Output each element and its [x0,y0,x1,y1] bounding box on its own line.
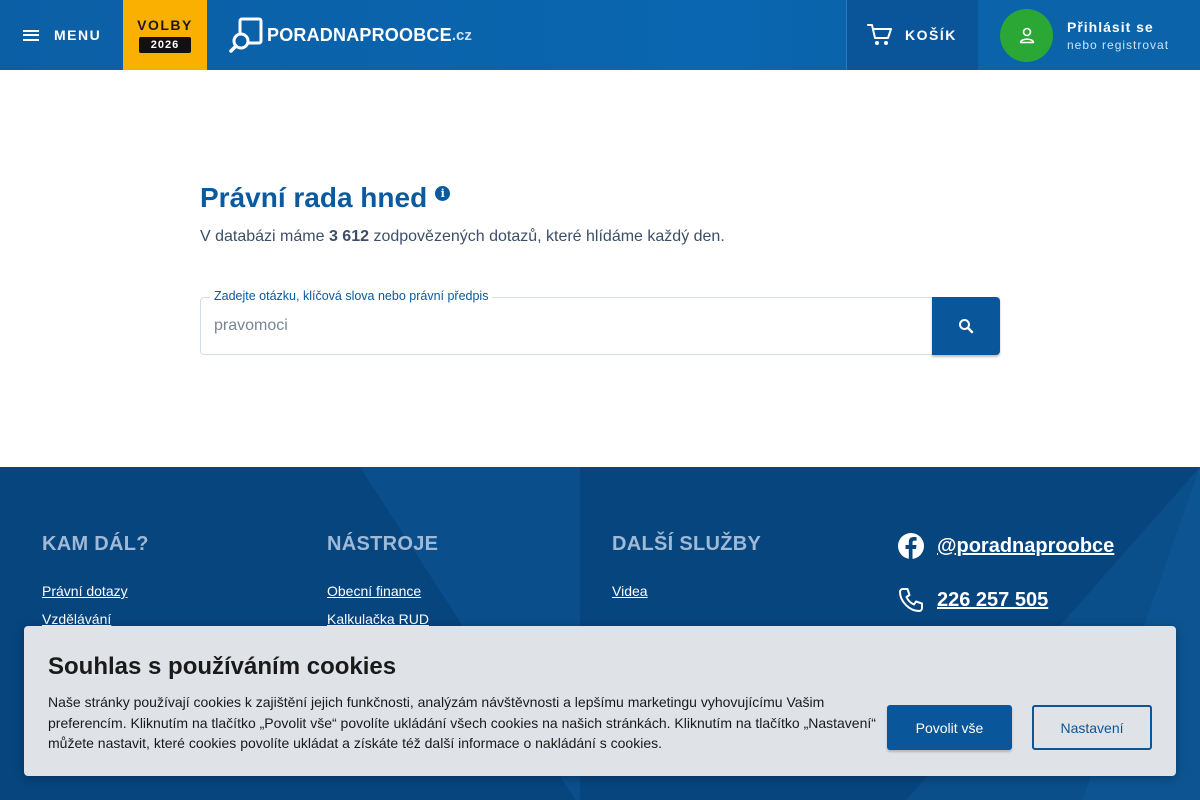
info-icon[interactable]: i [435,186,451,201]
logo-brand: PORADNAPROOBCE [267,24,452,45]
search-input-value: pravomoci [214,317,288,334]
footer-heading: DALŠÍ SLUŽBY [612,533,762,555]
user-icon [1000,8,1053,62]
login-button[interactable]: Přihlásit se nebo registrovat [978,0,1200,70]
menu-label: MENU [54,27,102,43]
cookie-settings-button[interactable]: Nastavení [1032,705,1152,750]
facebook-icon [898,533,924,559]
phone-link[interactable]: 226 257 505 [937,589,1048,612]
footer-heading: NÁSTROJE [327,533,439,555]
menu-button[interactable]: MENU [0,0,123,70]
search-input[interactable]: Zadejte otázku, klíčová slova nebo právn… [200,289,933,355]
footer-link-vzdelavani[interactable]: Vzdělávání [42,611,149,627]
footer-link-videa[interactable]: Videa [612,583,761,599]
allow-all-button[interactable]: Povolit vše [887,705,1012,750]
logo-tld: .cz [451,26,472,44]
hamburger-icon [23,29,39,41]
cookie-text: Naše stránky používají cookies k zajiště… [48,694,876,751]
cookie-consent-banner: Souhlas s používáním cookies Naše stránk… [24,626,1176,776]
footer-link-obecni-finance[interactable]: Obecní finance [327,583,438,599]
site-logo[interactable]: PORADNAPROOBCE .cz [207,0,846,70]
volby-year: 2026 [138,37,192,53]
footer-heading: KAM DÁL? [42,533,149,555]
database-subtitle: V databázi máme 3 612 zodpovězených dota… [200,228,1000,246]
footer-contacts: @poradnaproobce 226 257 505 [897,531,1114,639]
volby-label: VOLBY [137,17,193,33]
subtitle-pre: V databázi máme [200,228,329,245]
phone-icon [899,588,923,612]
footer-column-kam-dal: KAM DÁL? Právní dotazy Vzdělávání [42,533,149,627]
register-link[interactable]: nebo registrovat [1067,38,1169,52]
volby-badge[interactable]: VOLBY 2026 [123,0,207,70]
cookie-title: Souhlas s používáním cookies [48,653,397,680]
footer-column-nastroje: NÁSTROJE Obecní finance Kalkulačka RUD [327,533,438,627]
facebook-link[interactable]: @poradnaproobce [937,535,1114,558]
search-form: Zadejte otázku, klíčová slova nebo právn… [200,289,1000,355]
footer-column-dalsi-sluzby: DALŠÍ SLUŽBY Videa [612,533,761,599]
page-title: Právní rada hned [200,182,428,213]
search-button[interactable] [932,297,1000,355]
login-label: Přihlásit se [1067,18,1154,35]
footer-link-pravni-dotazy[interactable]: Právní dotazy [42,583,149,599]
cart-label: KOŠÍK [905,27,957,43]
magnifier-logo-icon [229,17,263,53]
cart-icon [867,24,892,45]
search-icon [959,319,974,334]
search-label: Zadejte otázku, klíčová slova nebo právn… [210,289,493,303]
legal-advice-section: Právní rada hned i V databázi máme 3 612… [200,180,1000,355]
subtitle-post: zodpovězených dotazů, které hlídáme každ… [369,228,725,245]
cart-button[interactable]: KOŠÍK [846,0,978,70]
answered-count: 3 612 [328,228,369,245]
site-header: MENU VOLBY 2026 PORADNAPROOBCE .cz KOŠÍK … [0,0,1200,70]
footer-link-kalkulacka-rud[interactable]: Kalkulačka RUD [327,611,438,627]
